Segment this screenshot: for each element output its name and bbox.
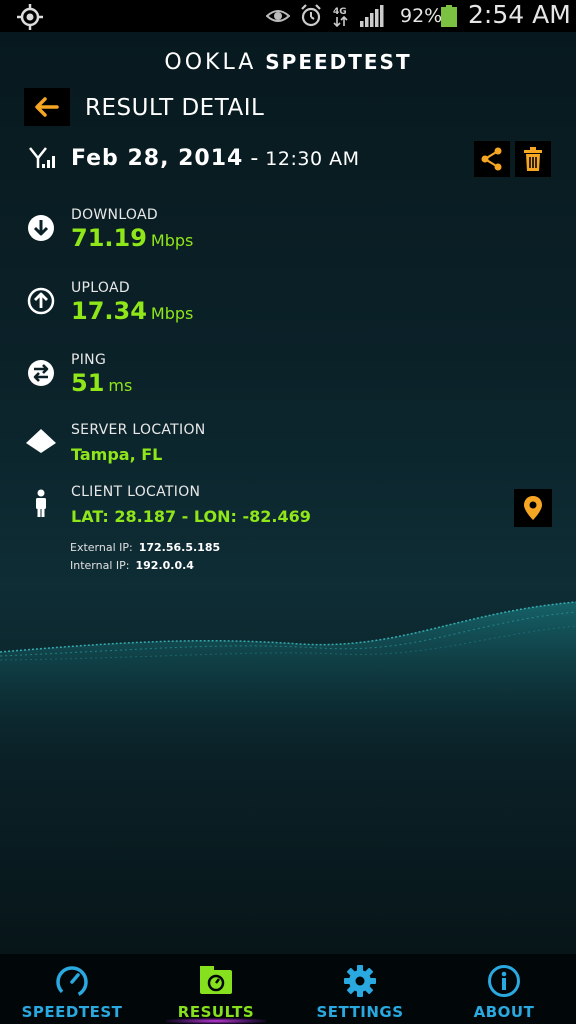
ping-value-row: 51 ms: [71, 369, 132, 397]
brand-logo: OOKLA SPEEDTEST: [0, 50, 576, 75]
download-unit: Mbps: [150, 231, 194, 250]
status-time: 2:54 AM: [468, 0, 571, 29]
upload-value: 17.34: [71, 297, 147, 325]
map-button[interactable]: [514, 489, 552, 527]
upload-label: UPLOAD: [71, 280, 130, 296]
map-pin-icon: [524, 496, 542, 520]
tab-results[interactable]: RESULTS: [144, 954, 288, 1024]
result-datetime: Feb 28, 2014 - 12:30 AM: [71, 146, 359, 171]
download-value-row: 71.19 Mbps: [71, 224, 193, 252]
external-ip-label: External IP:: [70, 541, 133, 554]
share-button[interactable]: [474, 141, 510, 177]
upload-icon: [27, 287, 55, 315]
gear-icon: [344, 965, 376, 997]
gps-icon: [17, 4, 43, 30]
status-bar: 4G 92% 2:54 AM: [0, 0, 576, 32]
tab-speedtest[interactable]: SPEEDTEST: [0, 954, 144, 1024]
result-time: 12:30 AM: [265, 148, 360, 170]
alarm-icon: [301, 4, 321, 27]
external-ip-row: External IP: 172.56.5.185: [70, 541, 220, 554]
active-tab-indicator: [166, 1018, 266, 1024]
tab-settings-label: SETTINGS: [316, 1003, 404, 1021]
arrow-left-icon: [35, 97, 59, 117]
back-button[interactable]: [24, 88, 70, 126]
client-location-label: CLIENT LOCATION: [71, 484, 201, 500]
ping-icon: [28, 360, 54, 386]
download-label: DOWNLOAD: [71, 207, 158, 223]
speedometer-icon: [56, 966, 88, 998]
share-icon: [481, 147, 502, 171]
wave-decoration: [0, 601, 576, 762]
battery-icon: [441, 5, 457, 27]
download-icon: [28, 215, 54, 241]
download-value: 71.19: [71, 224, 147, 252]
tab-settings[interactable]: SETTINGS: [288, 954, 432, 1024]
tab-about-label: ABOUT: [473, 1003, 535, 1021]
results-icon: [200, 966, 232, 994]
internal-ip-label: Internal IP:: [70, 559, 130, 572]
info-icon: [488, 965, 520, 997]
ping-unit: ms: [108, 376, 133, 395]
page-title: RESULT DETAIL: [85, 95, 265, 121]
upload-unit: Mbps: [150, 304, 194, 323]
datetime-separator: -: [250, 146, 259, 171]
tab-about[interactable]: ABOUT: [432, 954, 576, 1024]
person-icon: [36, 489, 46, 517]
server-location-value: Tampa, FL: [71, 445, 163, 464]
bottom-nav: SPEEDTEST RESULTS SETTINGS ABOUT: [0, 954, 576, 1024]
eye-icon: [266, 10, 290, 22]
result-date: Feb 28, 2014: [71, 146, 244, 171]
4g-icon: 4G: [333, 7, 348, 28]
trash-icon: [524, 147, 542, 171]
upload-value-row: 17.34 Mbps: [71, 297, 193, 325]
ping-label: PING: [71, 352, 107, 368]
internal-ip-value: 192.0.0.4: [135, 559, 194, 572]
signal-icon: [360, 5, 384, 27]
delete-button[interactable]: [515, 141, 551, 177]
client-location-value: LAT: 28.187 - LON: -82.469: [71, 507, 311, 526]
svg-text:4G: 4G: [333, 7, 347, 17]
internal-ip-row: Internal IP: 192.0.0.4: [70, 559, 194, 572]
battery-percent: 92%: [400, 5, 443, 27]
server-icon: [26, 429, 56, 453]
server-location-label: SERVER LOCATION: [71, 422, 206, 438]
ookla-logo: OOKLA: [164, 50, 257, 75]
speedtest-logo: SPEEDTEST: [265, 50, 412, 74]
external-ip-value: 172.56.5.185: [138, 541, 221, 554]
signal-tower-icon: [29, 147, 55, 168]
tab-speedtest-label: SPEEDTEST: [21, 1003, 123, 1021]
ping-value: 51: [71, 369, 105, 397]
